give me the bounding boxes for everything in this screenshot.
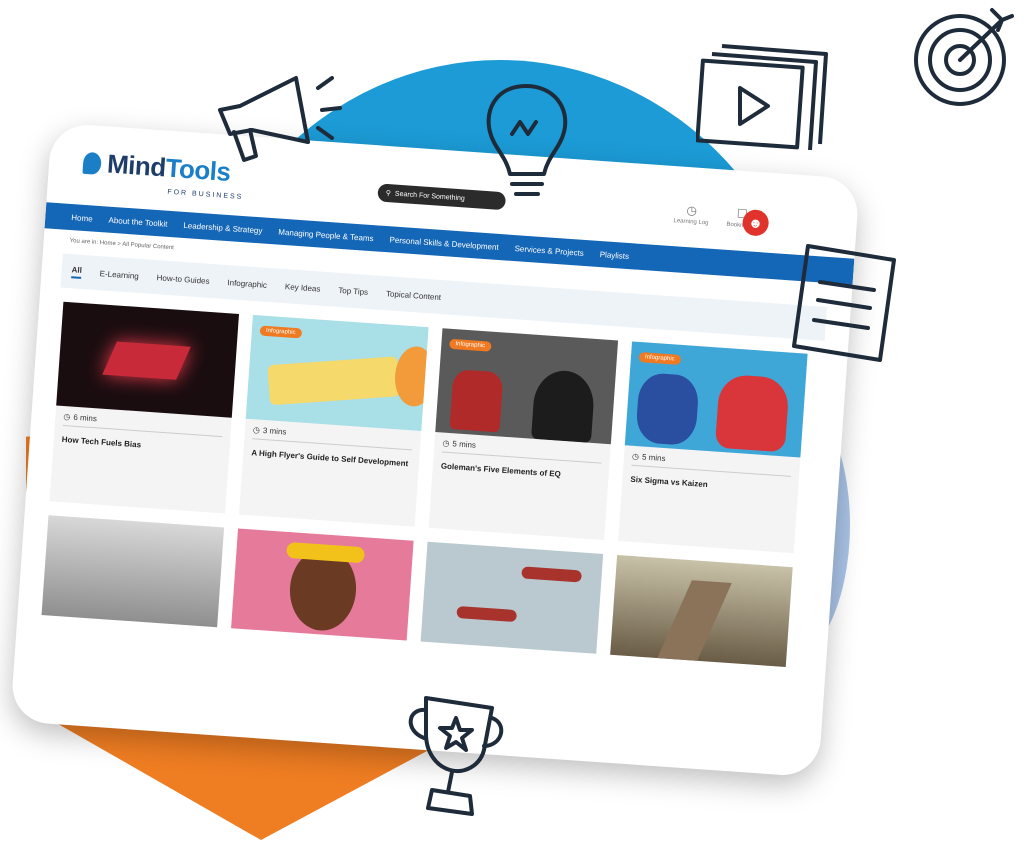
clock-icon: ◷ bbox=[686, 202, 698, 218]
tablet-screen: MindTools FOR BUSINESS ⚲ Search For Some… bbox=[10, 122, 860, 778]
content-card[interactable] bbox=[231, 528, 414, 641]
card-thumbnail bbox=[41, 515, 225, 628]
logo-mark-icon bbox=[82, 151, 102, 175]
video-stack-icon bbox=[696, 44, 828, 150]
profile-avatar-button[interactable]: ☻ bbox=[741, 208, 770, 237]
document-icon bbox=[792, 244, 896, 362]
tab-e-learning[interactable]: E-Learning bbox=[99, 269, 139, 281]
tab-infographic[interactable]: Infographic bbox=[227, 278, 267, 290]
nav-item-leadership[interactable]: Leadership & Strategy bbox=[183, 220, 263, 235]
clock-icon: ◷ bbox=[63, 412, 71, 422]
tab-how-to-guides[interactable]: How-to Guides bbox=[156, 273, 209, 286]
logo-subtitle: FOR BUSINESS bbox=[167, 188, 244, 202]
tab-all[interactable]: All bbox=[71, 264, 83, 279]
tab-key-ideas[interactable]: Key Ideas bbox=[285, 282, 321, 293]
card-thumbnail bbox=[231, 528, 414, 641]
clock-icon: ◷ bbox=[252, 425, 261, 435]
content-card[interactable] bbox=[420, 541, 604, 654]
content-card[interactable]: Infographic ◷ 5 mins Goleman's Five Eleme… bbox=[428, 328, 619, 541]
trophy-icon bbox=[408, 696, 504, 816]
tablet-device: MindTools FOR BUSINESS ⚲ Search For Some… bbox=[10, 122, 860, 778]
card-thumbnail bbox=[420, 541, 604, 654]
card-thumbnail: Infographic bbox=[435, 328, 619, 445]
card-title: A High Flyer's Guide to Self Development bbox=[251, 448, 409, 469]
card-thumbnail: Infographic bbox=[624, 341, 808, 458]
target-icon bbox=[914, 8, 1014, 106]
tab-topical-content[interactable]: Topical Content bbox=[386, 289, 442, 302]
content-card[interactable]: ◷ 6 mins How Tech Fuels Bias bbox=[49, 301, 240, 514]
card-title: Six Sigma vs Kaizen bbox=[630, 474, 708, 490]
nav-item-services[interactable]: Services & Projects bbox=[514, 244, 584, 258]
infographic-badge: Infographic bbox=[259, 325, 302, 339]
content-grid: ◷ 6 mins How Tech Fuels Bias Infographic … bbox=[41, 301, 808, 667]
content-card[interactable] bbox=[41, 515, 225, 628]
breadcrumb[interactable]: You are in: Home > All Popular Content bbox=[69, 238, 174, 251]
megaphone-icon bbox=[218, 76, 342, 162]
card-title: How Tech Fuels Bias bbox=[61, 434, 142, 450]
clock-icon: ◷ bbox=[631, 451, 640, 462]
content-card[interactable]: Infographic ◷ 3 mins A High Flyer's Guide… bbox=[239, 314, 429, 527]
card-thumbnail bbox=[56, 301, 240, 418]
clock-icon: ◷ bbox=[442, 438, 450, 448]
search-icon: ⚲ bbox=[385, 189, 392, 198]
tab-top-tips[interactable]: Top Tips bbox=[338, 285, 368, 296]
infographic-badge: Infographic bbox=[449, 338, 492, 352]
nav-item-home[interactable]: Home bbox=[71, 213, 93, 223]
lightbulb-icon bbox=[486, 84, 568, 196]
infographic-badge: Infographic bbox=[638, 352, 681, 365]
nav-item-playlists[interactable]: Playlists bbox=[600, 250, 630, 261]
nav-item-managing-people[interactable]: Managing People & Teams bbox=[278, 227, 374, 243]
content-card[interactable] bbox=[610, 554, 793, 667]
card-thumbnail: Infographic bbox=[245, 314, 429, 431]
card-thumbnail bbox=[610, 554, 793, 667]
nav-item-personal-skills[interactable]: Personal Skills & Development bbox=[389, 235, 499, 252]
learning-log-button[interactable]: ◷ Learning Log bbox=[673, 202, 709, 227]
user-icon: ☻ bbox=[747, 214, 764, 232]
nav-item-about[interactable]: About the Toolkit bbox=[108, 215, 167, 228]
card-title: Goleman's Five Elements of EQ bbox=[440, 461, 562, 479]
content-card[interactable]: Infographic ◷ 5 mins Six Sigma vs Kaizen bbox=[618, 341, 808, 554]
